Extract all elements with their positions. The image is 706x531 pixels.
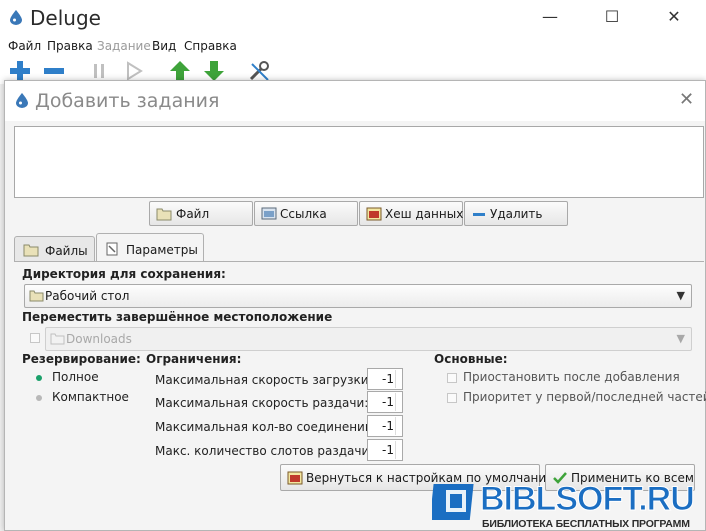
move-completed-combo[interactable]: Downloads ▼ [45, 327, 692, 351]
menu-view[interactable]: Вид [152, 39, 176, 53]
remove-label: Удалить [490, 207, 543, 221]
move-completed-value: Downloads [66, 332, 132, 346]
queue-down-icon[interactable] [202, 60, 226, 82]
download-location-combo[interactable]: Рабочий стол ▼ [24, 284, 692, 308]
minimize-button[interactable]: — [530, 4, 570, 30]
allocation-compact-label: Компактное [52, 390, 129, 404]
prioritize-first-last-checkbox[interactable] [447, 393, 457, 403]
dialog-title: Добавить задания [35, 90, 220, 112]
prioritize-first-last-label: Приоритет у первой/последней частей [463, 390, 706, 404]
app-title: Deluge [30, 6, 101, 30]
folder-icon [23, 244, 39, 257]
add-infohash-label: Хеш данных [385, 207, 464, 221]
revert-icon [287, 471, 303, 485]
max-download-spinner[interactable]: -1 [367, 368, 403, 390]
remove-torrent-icon[interactable] [42, 60, 66, 82]
max-download-label: Максимальная скорость загрузки: [155, 373, 373, 387]
resume-icon[interactable] [122, 60, 146, 82]
allocation-compact-radio[interactable] [36, 395, 42, 401]
max-connections-spinner[interactable]: -1 [367, 415, 403, 437]
maximize-button[interactable]: ☐ [592, 4, 632, 30]
max-connections-value: -1 [382, 419, 394, 433]
allocation-heading: Резервирование: [22, 352, 141, 366]
chevron-down-icon: ▼ [676, 332, 685, 345]
max-upload-spinner[interactable]: -1 [367, 391, 403, 413]
settings-icon [106, 242, 118, 256]
add-paused-checkbox[interactable] [447, 373, 457, 383]
add-file-label: Файл [176, 207, 210, 221]
deluge-logo-icon [16, 93, 28, 108]
max-connections-label: Максимальная кол-во соединений: [155, 420, 377, 434]
menu-help[interactable]: Справка [184, 39, 237, 53]
dialog-title-bar: Добавить задания ✕ [5, 81, 705, 121]
tab-files[interactable]: Файлы [14, 236, 95, 263]
max-upload-slots-value: -1 [382, 443, 394, 457]
download-location-value: Рабочий стол [45, 289, 130, 303]
max-upload-label: Максимальная скорость раздачи: [155, 396, 369, 410]
general-heading: Основные: [434, 352, 508, 366]
menu-bar: Файл Правка Задание Вид Справка [0, 36, 706, 56]
url-icon [261, 207, 277, 220]
torrent-list[interactable] [14, 126, 704, 198]
folder-icon [29, 290, 44, 302]
minus-icon [473, 213, 485, 216]
chevron-down-icon: ▼ [676, 289, 685, 302]
max-upload-slots-spinner[interactable]: -1 [367, 439, 403, 461]
tab-files-label: Файлы [45, 244, 88, 258]
add-torrent-icon[interactable] [8, 60, 32, 82]
menu-file[interactable]: Файл [8, 39, 41, 53]
menu-torrent[interactable]: Задание [97, 39, 151, 53]
download-location-label: Директория для сохранения: [22, 267, 226, 281]
bandwidth-heading: Ограничения: [146, 352, 242, 366]
preferences-icon[interactable] [248, 60, 272, 82]
watermark-logo-icon [432, 484, 474, 520]
watermark-subtitle: БИБЛИОТЕКА БЕСПЛАТНЫХ ПРОГРАММ [482, 518, 690, 530]
deluge-main-window: Deluge — ☐ ✕ Файл Правка Задание Вид Спр… [0, 0, 706, 531]
add-url-label: Ссылка [280, 207, 327, 221]
add-paused-label: Приостановить после добавления [463, 370, 680, 384]
max-download-value: -1 [382, 372, 394, 386]
move-completed-checkbox[interactable] [30, 333, 40, 343]
folder-icon [156, 208, 172, 221]
allocation-full-radio[interactable] [36, 375, 42, 381]
watermark: BIBLSOFT.RU БИБЛИОТЕКА БЕСПЛАТНЫХ ПРОГРА… [432, 480, 706, 531]
queue-up-icon[interactable] [168, 60, 192, 82]
move-completed-label: Переместить завершённое местоположение [22, 310, 333, 324]
deluge-logo-icon [10, 10, 22, 25]
add-url-button[interactable]: Ссылка [254, 201, 358, 226]
title-bar: Deluge — ☐ ✕ [0, 0, 706, 36]
infohash-icon [366, 207, 382, 221]
pause-icon[interactable] [88, 60, 112, 82]
tab-options[interactable]: Параметры [96, 233, 204, 262]
add-infohash-button[interactable]: Хеш данных [359, 201, 463, 226]
allocation-full-label: Полное [52, 370, 99, 384]
menu-edit[interactable]: Правка [47, 39, 93, 53]
add-torrents-dialog: Добавить задания ✕ Файл Ссылка Хеш данны… [4, 80, 706, 531]
dialog-close-button[interactable]: ✕ [679, 89, 694, 110]
remove-button[interactable]: Удалить [464, 201, 568, 226]
max-upload-slots-label: Макс. количество слотов раздачи: [155, 444, 374, 458]
close-button[interactable]: ✕ [654, 4, 694, 30]
tab-options-label: Параметры [126, 243, 198, 257]
folder-icon [50, 333, 65, 345]
watermark-title: BIBLSOFT.RU [480, 480, 696, 519]
max-upload-value: -1 [382, 395, 394, 409]
add-file-button[interactable]: Файл [149, 201, 253, 226]
